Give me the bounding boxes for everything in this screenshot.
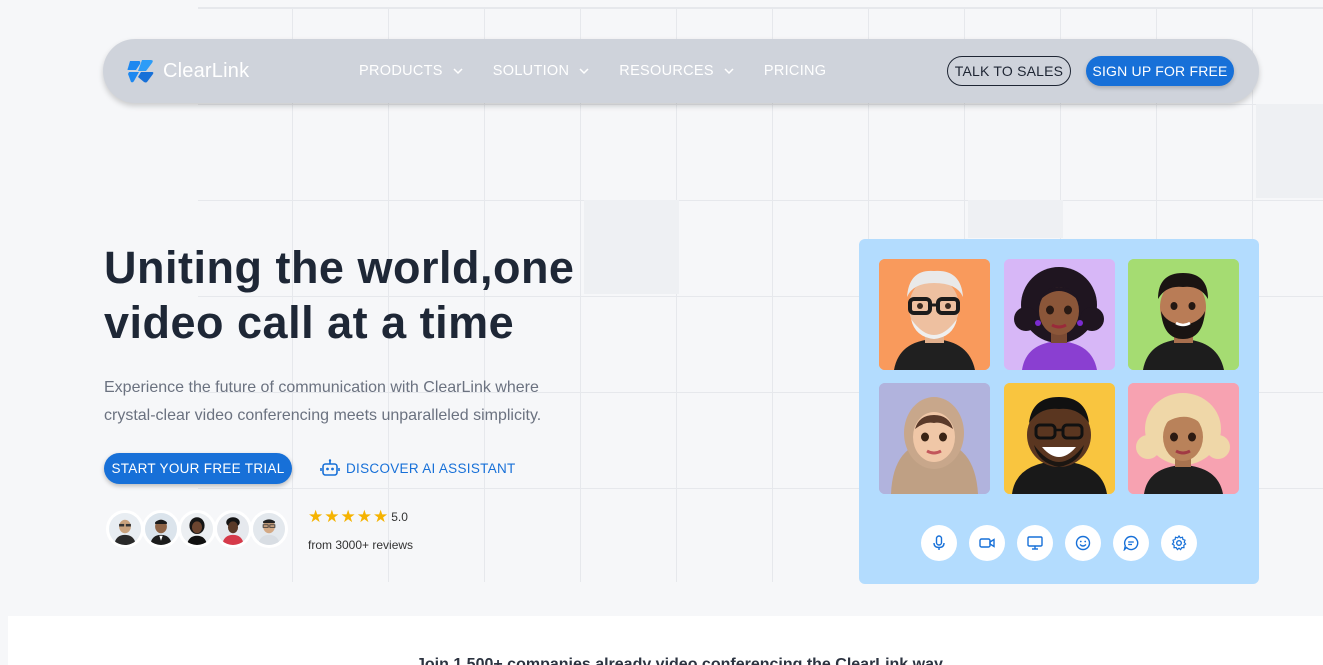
grid-shade-cell xyxy=(968,200,1063,238)
hero-title-line1: Uniting the world,one xyxy=(104,242,575,293)
sign-up-button[interactable]: SIGN UP FOR FREE xyxy=(1086,56,1234,86)
reviewer-avatars xyxy=(106,510,288,548)
camera-button[interactable] xyxy=(969,525,1005,561)
nav-item-label: SOLUTION xyxy=(492,63,570,79)
avatar xyxy=(106,510,144,548)
emoji-button[interactable] xyxy=(1065,525,1101,561)
participant-tile-hijab-woman xyxy=(879,383,990,494)
start-free-trial-button[interactable]: START YOUR FREE TRIAL xyxy=(104,453,292,484)
avatar xyxy=(142,510,180,548)
hero-description: Experience the future of communication w… xyxy=(104,379,542,424)
star-icon: ★ xyxy=(324,507,340,526)
settings-icon xyxy=(1171,535,1187,551)
chevron-down-icon xyxy=(724,68,734,75)
microphone-button[interactable] xyxy=(921,525,957,561)
emoji-icon xyxy=(1075,535,1091,551)
chat-button[interactable] xyxy=(1113,525,1149,561)
navbar: ClearLink PRODUCTS SOLUTION RESOURCES PR… xyxy=(103,39,1259,103)
nav-menu: PRODUCTS SOLUTION RESOURCES PRICING xyxy=(359,39,856,103)
hero-title: Uniting the world,one video call at a ti… xyxy=(104,240,664,350)
clearlink-logo-icon xyxy=(127,60,154,83)
video-call-preview xyxy=(859,239,1259,584)
participant-tile-bearded-man xyxy=(1128,259,1239,370)
logo[interactable]: ClearLink xyxy=(127,58,249,84)
avatar xyxy=(214,510,252,548)
discover-ai-assistant-link[interactable]: DISCOVER AI ASSISTANT xyxy=(320,457,516,479)
participant-tile-woman-curly xyxy=(1004,259,1115,370)
nav-item-label: PRODUCTS xyxy=(359,63,443,79)
microphone-icon xyxy=(933,535,945,550)
nav-item-products[interactable]: PRODUCTS xyxy=(359,63,463,79)
nav-item-resources[interactable]: RESOURCES xyxy=(619,63,734,79)
camera-icon xyxy=(979,538,995,548)
settings-button[interactable] xyxy=(1161,525,1197,561)
screen-share-icon xyxy=(1027,536,1043,550)
participant-tile-blonde-woman xyxy=(1128,383,1239,494)
nav-item-solution[interactable]: SOLUTION xyxy=(493,63,590,79)
companies-section: Join 1,500+ companies already video conf… xyxy=(8,616,1323,665)
avatar xyxy=(178,510,216,548)
star-icon: ★ xyxy=(340,507,356,526)
hero-title-line2: video call at a time xyxy=(104,297,515,348)
talk-to-sales-button[interactable]: TALK TO SALES xyxy=(947,56,1071,86)
robot-icon xyxy=(320,459,340,476)
companies-headline: Join 1,500+ companies already video conf… xyxy=(416,656,943,665)
rating-value: 5.0 xyxy=(391,509,408,524)
discover-ai-label: DISCOVER AI ASSISTANT xyxy=(346,460,516,476)
screen-share-button[interactable] xyxy=(1017,525,1053,561)
star-icon: ★ xyxy=(308,507,324,526)
chevron-down-icon xyxy=(579,68,589,75)
nav-item-label: PRICING xyxy=(763,63,827,79)
nav-item-pricing[interactable]: PRICING xyxy=(764,63,827,79)
star-rating: ★ ★ ★ ★ ★ 5.0 xyxy=(308,508,408,525)
star-icon: ★ xyxy=(373,507,389,526)
star-icon: ★ xyxy=(356,507,372,526)
reviews-count: from 3000+ reviews xyxy=(308,538,414,552)
participant-tile-man-glasses-smiling xyxy=(1004,383,1115,494)
grid-shade-cell xyxy=(1256,104,1323,198)
chevron-down-icon xyxy=(453,68,463,75)
nav-item-label: RESOURCES xyxy=(619,63,714,79)
participant-tile-older-man xyxy=(879,259,990,370)
logo-text: ClearLink xyxy=(163,59,250,82)
chat-icon xyxy=(1123,535,1139,551)
avatar xyxy=(250,510,288,548)
